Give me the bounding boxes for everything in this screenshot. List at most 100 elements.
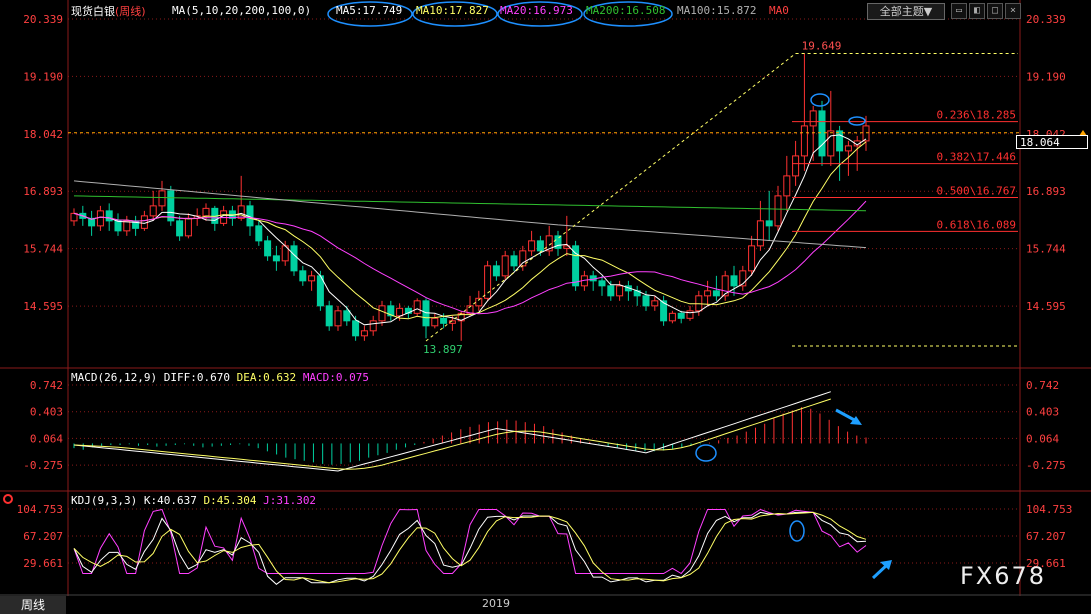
candle-up bbox=[756, 220, 764, 247]
macd-axis-label-left: 0.403 bbox=[30, 406, 63, 419]
fib-level-label: 0.500\16.767 bbox=[937, 185, 1016, 198]
ma200-line bbox=[73, 195, 867, 212]
kdj-k-line bbox=[73, 511, 867, 585]
macd-header: MACD(26,12,9) DIFF:0.670 DEA:0.632 MACD:… bbox=[71, 371, 369, 384]
close-icon[interactable]: × bbox=[1005, 3, 1021, 19]
candle-up bbox=[844, 145, 852, 152]
candle-down bbox=[492, 265, 500, 277]
ma100-value: MA100:15.872 bbox=[677, 4, 757, 17]
ma10-line bbox=[73, 141, 867, 320]
candle-down bbox=[712, 290, 720, 297]
price-axis-label-left: 16.893 bbox=[23, 185, 63, 198]
candle-down bbox=[255, 225, 263, 242]
candle-up bbox=[783, 175, 791, 197]
kdj-axis-label-right: 104.753 bbox=[1026, 503, 1072, 516]
highlight-circle bbox=[810, 93, 830, 107]
candle-down bbox=[264, 240, 272, 257]
kdj-axis-label-left: 67.207 bbox=[23, 530, 63, 543]
ma-params: MA(5,10,20,200,100,0) bbox=[172, 4, 312, 17]
fib-high-label: 19.649 bbox=[802, 39, 842, 52]
macd-value: MACD:0.075 bbox=[302, 371, 370, 384]
x-axis-year: 2019 bbox=[482, 597, 510, 610]
fib-level-label: 0.236\18.285 bbox=[937, 109, 1016, 122]
price-axis-label-left: 15.744 bbox=[23, 243, 63, 256]
candle-down bbox=[730, 275, 738, 287]
candle-up bbox=[334, 310, 342, 327]
candle-up bbox=[862, 125, 870, 142]
kdj-axis-label-left: 104.753 bbox=[17, 503, 63, 516]
macd-axis-label-left: -0.275 bbox=[23, 459, 63, 472]
candle-down bbox=[440, 317, 448, 324]
macd-diff: DIFF:0.670 bbox=[163, 371, 230, 384]
candle-down bbox=[677, 312, 685, 319]
highlight-circle bbox=[848, 116, 866, 126]
candle-down bbox=[176, 220, 184, 237]
candle-up bbox=[158, 190, 166, 207]
theme-select-button[interactable]: 全部主题▼ bbox=[867, 3, 945, 20]
kdj-axis-label-left: 29.661 bbox=[23, 557, 63, 570]
price-axis-label-right: 14.595 bbox=[1026, 300, 1066, 313]
candle-down bbox=[272, 255, 280, 262]
macd-axis-label-right: 0.064 bbox=[1026, 432, 1059, 445]
price-axis-label-left: 18.042 bbox=[23, 128, 63, 141]
candle-up bbox=[704, 290, 712, 297]
candle-down bbox=[818, 110, 826, 157]
minimize-icon[interactable]: ▭ bbox=[951, 3, 967, 19]
candle-up bbox=[651, 300, 659, 307]
candle-up bbox=[202, 207, 210, 217]
indicator-settings-icon[interactable] bbox=[3, 494, 13, 504]
price-axis-label-right: 19.190 bbox=[1026, 70, 1066, 83]
candle-up bbox=[396, 307, 404, 317]
candle-up bbox=[501, 255, 509, 277]
candle-up bbox=[774, 195, 782, 227]
candle-down bbox=[510, 255, 518, 267]
ma0-value: MA0 bbox=[769, 4, 789, 17]
candle-up bbox=[96, 210, 104, 227]
candle-up bbox=[360, 330, 368, 337]
current-price-tag: 18.064 bbox=[1016, 135, 1088, 149]
restore-icon[interactable]: ◧ bbox=[969, 3, 985, 19]
macd-axis-label-left: 0.742 bbox=[30, 379, 63, 392]
candle-up bbox=[431, 317, 439, 327]
candle-up bbox=[413, 300, 421, 314]
fib-level-label: 0.382\17.446 bbox=[937, 151, 1016, 164]
price-axis-label-right: 20.339 bbox=[1026, 13, 1066, 26]
price-axis-label-right: 16.893 bbox=[1026, 185, 1066, 198]
candle-down bbox=[343, 310, 351, 322]
tab-weekly[interactable]: 周线 bbox=[0, 596, 66, 614]
macd-dea-line bbox=[73, 398, 831, 470]
kdj-d: D:45.304 bbox=[203, 494, 257, 507]
candle-down bbox=[105, 210, 113, 222]
candle-up bbox=[668, 312, 676, 322]
kdj-k: K:40.637 bbox=[143, 494, 197, 507]
candle-up bbox=[519, 250, 527, 267]
candle-down bbox=[765, 220, 773, 227]
instrument-name: 现货白银 bbox=[71, 5, 115, 18]
candle-up bbox=[308, 275, 316, 282]
candle-down bbox=[836, 130, 844, 152]
kdj-highlight-circle bbox=[789, 520, 805, 542]
candle-down bbox=[642, 295, 650, 307]
candle-up bbox=[528, 240, 536, 252]
candle-up bbox=[484, 265, 492, 299]
candle-down bbox=[352, 320, 360, 337]
candle-up bbox=[140, 215, 148, 229]
candle-up bbox=[800, 125, 808, 157]
maximize-icon[interactable]: □ bbox=[987, 3, 1003, 19]
chart-header: 现货白银(周线) bbox=[71, 3, 146, 19]
macd-axis-label-right: 0.742 bbox=[1026, 379, 1059, 392]
candle-up bbox=[237, 205, 245, 219]
candle-up bbox=[149, 205, 157, 217]
candle-down bbox=[536, 240, 544, 252]
macd-axis-label-left: 0.064 bbox=[30, 432, 63, 445]
candle-up bbox=[809, 110, 817, 127]
candle-up bbox=[686, 310, 694, 319]
candle-up bbox=[748, 245, 756, 272]
kdj-title: KDJ(9,3,3) bbox=[71, 494, 138, 507]
price-chart-canvas[interactable]: 20.33920.33919.19019.19018.04218.04216.8… bbox=[0, 0, 1091, 614]
ma5-value: MA5:17.749 bbox=[336, 4, 403, 17]
candle-up bbox=[184, 217, 192, 237]
price-axis-label-left: 14.595 bbox=[23, 300, 63, 313]
ma20-value: MA20:16.973 bbox=[500, 4, 573, 17]
candle-down bbox=[299, 270, 307, 282]
